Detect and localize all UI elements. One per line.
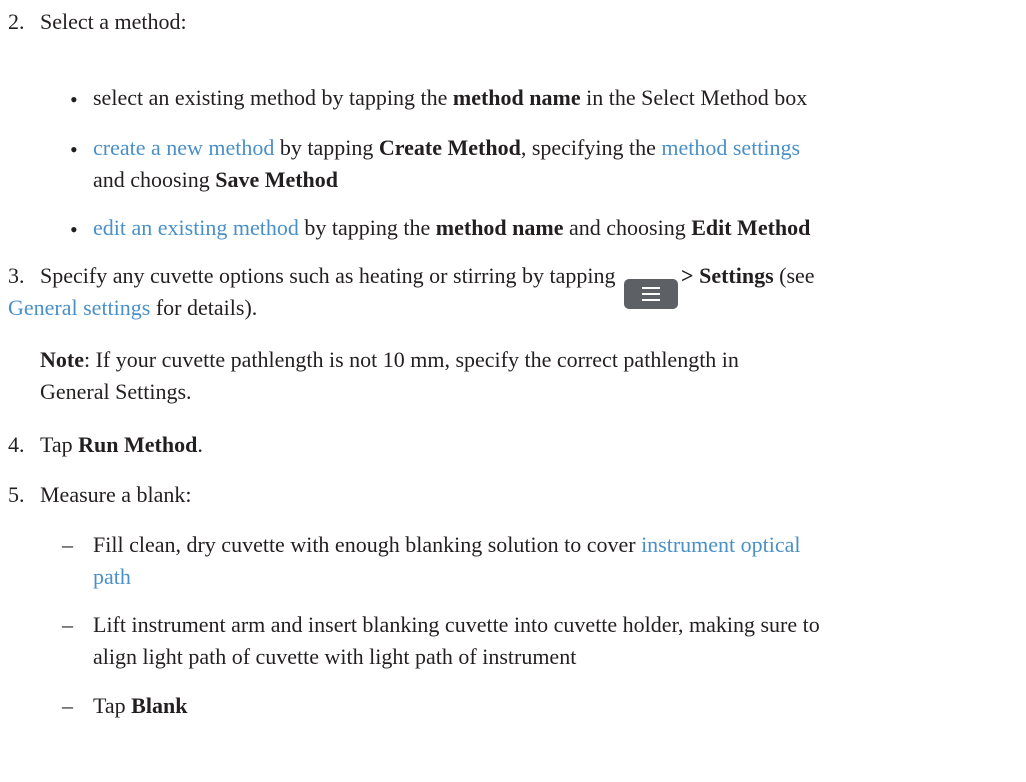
dash-item-fill-cuvette-cont: path: [93, 561, 131, 592]
bold-blank: Blank: [131, 693, 188, 718]
bold-save-method: Save Method: [215, 167, 339, 192]
step-2: 2. Select a method:: [8, 6, 187, 37]
bullet-item-create-method-cont: and choosing Save Method: [93, 167, 339, 192]
bullet-icon: •: [70, 137, 78, 162]
bullet-item-select-existing: select an existing method by tapping the…: [93, 85, 808, 110]
bullet-icon: •: [70, 217, 78, 242]
instrument-optical-path-link[interactable]: instrument optical: [641, 532, 800, 557]
note: Note: If your cuvette pathlength is not …: [40, 347, 739, 372]
bold-create-method: Create Method: [378, 135, 521, 160]
edit-method-link[interactable]: edit an existing method: [93, 215, 299, 240]
instrument-optical-path-link-cont[interactable]: path: [93, 564, 131, 589]
create-method-link[interactable]: create a new method: [93, 135, 274, 160]
bold-run-method: Run Method: [78, 432, 198, 457]
step-number: 4.: [8, 432, 25, 457]
method-settings-link[interactable]: method settings: [661, 135, 800, 160]
bullet-item-edit-method: edit an existing method by tapping the m…: [93, 215, 811, 240]
hamburger-icon: [642, 287, 661, 301]
step-number: 2.: [8, 9, 25, 34]
bullet-icon: •: [70, 87, 78, 112]
general-settings-link[interactable]: General settings: [8, 295, 150, 320]
dash-item-fill-cuvette: Fill clean, dry cuvette with enough blan…: [93, 532, 801, 557]
step-4: 4. Tap Run Method.: [8, 429, 203, 460]
step-number: 3.: [8, 263, 25, 288]
dash-item-insert-cuvette-cont: align light path of cuvette with light p…: [93, 644, 577, 669]
bullet-item-create-method: create a new method by tapping Create Me…: [93, 135, 801, 160]
note-label: Note: [40, 347, 84, 372]
bold-method-name-2: method name: [435, 215, 564, 240]
dash-item-insert-cuvette: Lift instrument arm and insert blanking …: [93, 612, 820, 637]
dash-marker: –: [62, 693, 73, 718]
step-3-cont: General settings for details).: [8, 295, 258, 320]
dash-marker: –: [62, 612, 73, 637]
step-text: Select a method:: [40, 9, 187, 34]
dash-marker: –: [62, 532, 73, 557]
bold-method-name: method name: [452, 85, 581, 110]
bold-edit-method: Edit Method: [691, 215, 811, 240]
dash-item-tap-blank: Tap Blank: [93, 693, 188, 718]
note-cont: General Settings.: [40, 379, 192, 404]
menu-icon[interactable]: [624, 279, 679, 309]
bold-settings: > Settings: [681, 263, 774, 288]
step-number: 5.: [8, 482, 25, 507]
step-5: 5. Measure a blank:: [8, 479, 192, 510]
